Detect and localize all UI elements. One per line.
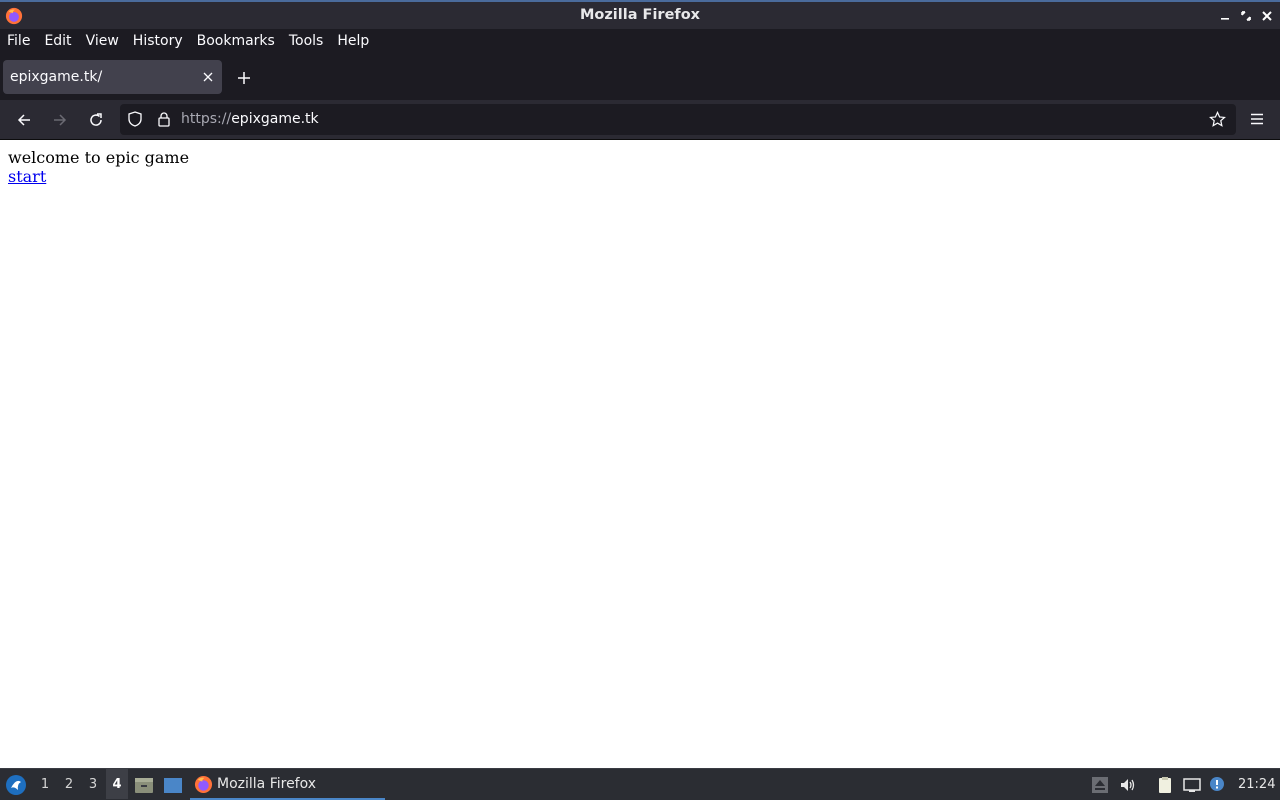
menu-edit[interactable]: Edit <box>44 29 71 54</box>
workspace-1[interactable]: 1 <box>37 777 53 792</box>
clock: 21:24 <box>1238 777 1276 792</box>
workspace-2[interactable]: 2 <box>61 777 77 792</box>
menu-file[interactable]: File <box>7 29 30 54</box>
speaker-icon[interactable] <box>1119 776 1137 794</box>
plus-icon <box>238 72 250 84</box>
close-icon <box>1262 11 1272 21</box>
menu-help[interactable]: Help <box>337 29 369 54</box>
menu-view[interactable]: View <box>86 29 119 54</box>
tab-label: epixgame.tk/ <box>10 69 103 85</box>
url-scheme: https:// <box>181 111 232 127</box>
eject-icon[interactable] <box>1091 776 1109 794</box>
title-bar: Mozilla Firefox <box>0 0 1280 29</box>
navigation-toolbar: https://epixgame.tk <box>0 100 1280 140</box>
menu-tools[interactable]: Tools <box>289 29 324 54</box>
minimize-icon <box>1221 18 1229 20</box>
tab-epixgame[interactable]: epixgame.tk/ <box>3 60 222 94</box>
tab-strip: epixgame.tk/ <box>0 54 1280 100</box>
maximize-icon <box>1241 11 1251 21</box>
menu-bar: File Edit View History Bookmarks Tools H… <box>0 29 1280 54</box>
minimize-button[interactable] <box>1217 8 1233 24</box>
network-icon[interactable] <box>1183 776 1201 794</box>
reload-button[interactable] <box>84 108 108 132</box>
new-tab-button[interactable] <box>232 68 256 88</box>
url-text[interactable]: https://epixgame.tk <box>181 111 319 127</box>
reload-icon <box>90 113 102 126</box>
notification-icon[interactable] <box>1208 776 1226 794</box>
star-icon[interactable] <box>1209 111 1226 128</box>
start-menu-icon[interactable] <box>5 774 27 796</box>
back-arrow-icon <box>17 114 30 126</box>
desktop-icon[interactable] <box>163 775 183 795</box>
hamburger-menu-icon <box>1251 113 1263 125</box>
url-bar[interactable]: https://epixgame.tk <box>120 104 1236 135</box>
back-button[interactable] <box>12 108 36 132</box>
firefox-icon <box>194 775 213 794</box>
workspace-3[interactable]: 3 <box>85 777 101 792</box>
shield-icon[interactable] <box>127 111 143 127</box>
welcome-text: welcome to epic game <box>8 148 190 167</box>
lock-icon[interactable] <box>156 111 172 127</box>
taskbar-task-label: Mozilla Firefox <box>217 776 317 792</box>
tab-close-icon[interactable] <box>202 71 214 83</box>
clipboard-icon[interactable] <box>1156 776 1174 794</box>
menu-history[interactable]: History <box>133 29 183 54</box>
window-title: Mozilla Firefox <box>579 7 701 23</box>
maximize-button[interactable] <box>1238 8 1254 24</box>
taskbar-firefox-button[interactable]: Mozilla Firefox <box>190 769 385 800</box>
page-content: welcome to epic game start <box>0 140 1280 768</box>
start-link[interactable]: start <box>8 167 46 186</box>
file-manager-icon[interactable] <box>134 775 154 795</box>
close-window-button[interactable] <box>1259 8 1275 24</box>
forward-button[interactable] <box>48 108 72 132</box>
app-menu-button[interactable] <box>1246 108 1268 130</box>
taskbar: 1 2 3 4 Mozilla Firefox 21:24 <box>0 768 1280 800</box>
url-host: epixgame.tk <box>231 111 319 127</box>
menu-bookmarks[interactable]: Bookmarks <box>197 29 275 54</box>
forward-arrow-icon <box>54 114 67 126</box>
workspace-4[interactable]: 4 <box>106 769 128 799</box>
